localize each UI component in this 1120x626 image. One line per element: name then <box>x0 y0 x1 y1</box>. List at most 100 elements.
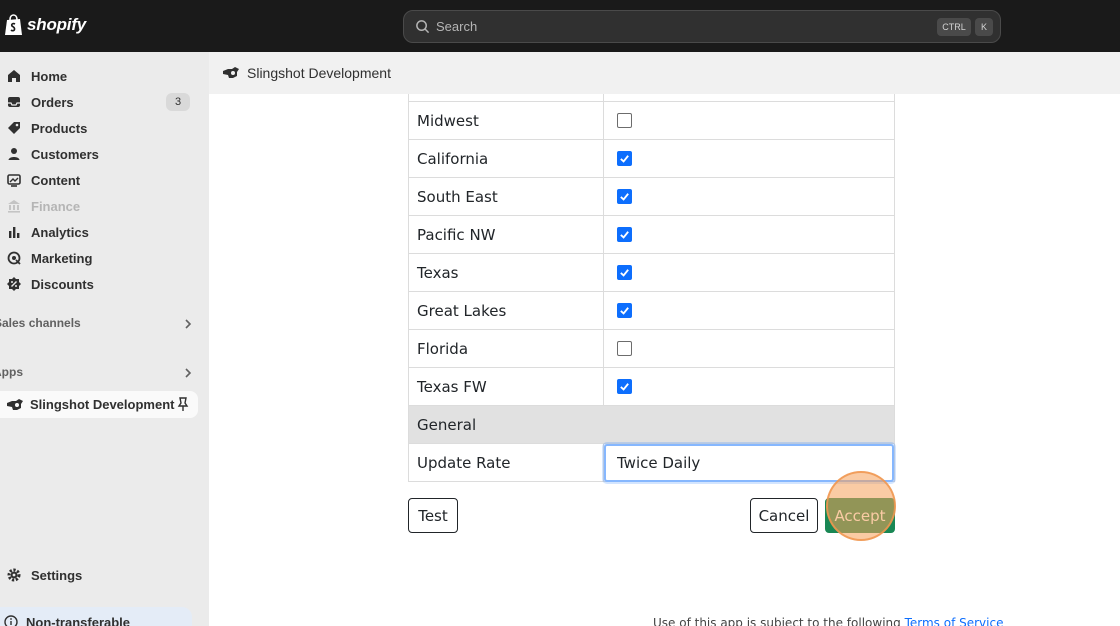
table-cell <box>604 330 894 367</box>
discount-icon <box>7 277 21 291</box>
non-transferable-label: Non-transferable <box>26 614 131 626</box>
search-placeholder: Search <box>436 19 478 34</box>
app-content: Midwest California South East Pacific NW Tex… <box>209 94 1120 626</box>
table-cell <box>604 216 894 253</box>
cancel-button[interactable]: Cancel <box>750 498 818 533</box>
checkmark-icon <box>620 383 629 391</box>
sidebar-item-settings[interactable]: Settings <box>6 563 82 587</box>
chevron-right-icon[interactable] <box>182 367 194 379</box>
section-label-general: General <box>417 415 477 434</box>
sidebar-item-orders[interactable]: Orders 3 <box>6 90 204 114</box>
settings-table: Midwest California South East Pacific NW Tex… <box>408 94 895 482</box>
table-row: Texas FW <box>409 368 894 406</box>
checkmark-icon <box>620 231 629 239</box>
sidebar-item-finance: Finance <box>6 194 80 218</box>
shopify-wordmark: shopify <box>27 15 87 34</box>
table-row: Midwest <box>409 102 894 140</box>
update-rate-cell <box>604 444 894 482</box>
sidebar-item-label: Content <box>31 172 81 188</box>
region-label: Texas <box>409 254 604 291</box>
sidebar-item-marketing[interactable]: Marketing <box>6 246 92 270</box>
info-icon <box>4 615 18 626</box>
region-checkbox[interactable] <box>617 303 632 318</box>
sidebar-item-label: Customers <box>31 146 99 162</box>
section-row-general: General <box>409 406 894 444</box>
region-checkbox[interactable] <box>617 341 632 356</box>
region-checkbox[interactable] <box>617 379 632 394</box>
table-cell <box>604 406 894 443</box>
region-label: Great Lakes <box>409 292 604 329</box>
shortcut-ctrl-key: CTRL <box>937 18 971 36</box>
update-rate-input[interactable] <box>604 444 894 482</box>
tag-icon <box>8 122 20 134</box>
sidebar-item-slingshot-development[interactable]: Slingshot Development <box>0 391 198 418</box>
region-checkbox[interactable] <box>617 151 632 166</box>
region-label: California <box>409 140 604 177</box>
table-cell <box>604 254 894 291</box>
table-row: California <box>409 140 894 178</box>
update-rate-label: Update Rate <box>409 444 604 481</box>
sidebar-item-analytics[interactable]: Analytics <box>6 220 89 244</box>
region-checkbox[interactable] <box>617 227 632 242</box>
checkmark-icon <box>620 269 629 277</box>
sidebar-item-home[interactable]: Home <box>6 64 67 88</box>
table-cell <box>409 94 604 101</box>
table-row <box>409 94 894 102</box>
app-item-label: Slingshot Development <box>30 397 175 412</box>
target-icon <box>7 251 21 265</box>
table-row-update-rate: Update Rate <box>409 444 894 482</box>
search-bar[interactable]: Search CTRL K <box>403 10 1001 43</box>
top-bar: shopify Search CTRL K <box>0 0 1120 52</box>
chevron-right-icon[interactable] <box>182 318 194 330</box>
table-row: Great Lakes <box>409 292 894 330</box>
sidebar-item-label: Products <box>31 120 88 136</box>
region-checkbox[interactable] <box>617 113 632 128</box>
sidebar-item-label: Orders <box>31 94 74 110</box>
accept-button[interactable]: Accept <box>825 498 895 533</box>
shortcut-k-key: K <box>975 18 993 36</box>
non-transferable-banner[interactable]: Non-transferable <box>0 607 192 626</box>
app-title-bar: Slingshot Development <box>209 52 1120 94</box>
shopify-logo[interactable]: shopify <box>4 14 86 36</box>
test-button[interactable]: Test <box>408 498 458 533</box>
table-cell <box>604 368 894 405</box>
table-cell <box>604 102 894 139</box>
checkmark-icon <box>620 307 629 315</box>
region-label: Pacific NW <box>409 216 604 253</box>
table-cell <box>604 292 894 329</box>
checkmark-icon <box>620 155 629 163</box>
terms-notice: Use of this app is subject to the follow… <box>653 616 1003 626</box>
slingshot-app-icon <box>7 398 23 410</box>
sidebar-item-label: Analytics <box>31 224 89 240</box>
table-cell <box>604 178 894 215</box>
bank-icon <box>8 200 20 213</box>
sidebar-item-discounts[interactable]: Discounts <box>6 272 94 296</box>
table-cell <box>604 140 894 177</box>
terms-text: Use of this app is subject to the follow… <box>653 616 901 626</box>
table-row: Pacific NW <box>409 216 894 254</box>
table-row: Texas <box>409 254 894 292</box>
terms-of-service-link[interactable]: Terms of Service <box>905 616 1004 626</box>
orders-icon <box>8 97 20 107</box>
shopify-bag-icon <box>5 14 22 35</box>
region-checkbox[interactable] <box>617 265 632 280</box>
sidebar-item-customers[interactable]: Customers <box>6 142 99 166</box>
sidebar-item-products[interactable]: Products <box>6 116 87 140</box>
sidebar-item-label: Home <box>31 68 68 84</box>
table-row: Florida <box>409 330 894 368</box>
region-checkbox[interactable] <box>617 189 632 204</box>
sidebar-item-label: Discounts <box>31 276 94 292</box>
sidebar-item-label: Marketing <box>31 250 93 266</box>
checkmark-icon <box>620 193 629 201</box>
region-label: Midwest <box>409 102 604 139</box>
orders-count-badge: 3 <box>166 93 190 111</box>
sales-channels-heading[interactable]: Sales channels <box>0 316 81 330</box>
app-title: Slingshot Development <box>247 65 391 81</box>
search-icon <box>416 20 430 34</box>
person-icon <box>8 148 20 160</box>
apps-heading[interactable]: Apps <box>0 365 23 379</box>
pin-icon[interactable] <box>176 397 190 412</box>
sidebar-item-label: Settings <box>31 567 83 583</box>
region-label: South East <box>409 178 604 215</box>
sidebar-item-content[interactable]: Content <box>6 168 80 192</box>
